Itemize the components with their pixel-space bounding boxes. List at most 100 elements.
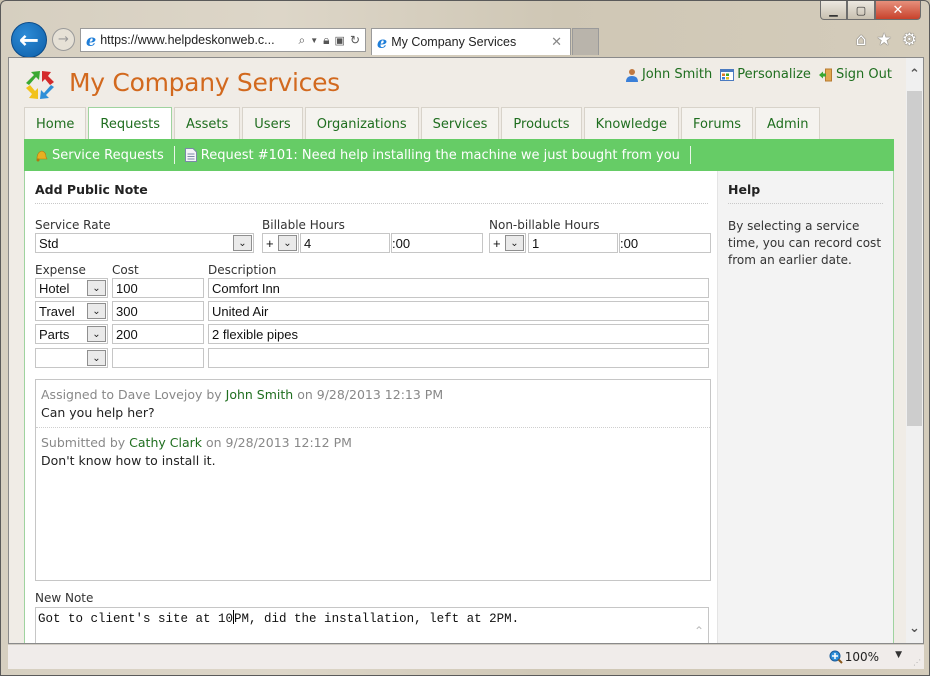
chevron-up-icon[interactable]: ⌃ [694, 624, 704, 639]
chevron-down-icon[interactable]: ⌄ [505, 235, 524, 251]
address-bar[interactable]: e https://www.helpdeskonweb.c... ⌕ ▼ 🔒︎ … [80, 28, 366, 52]
expense-cost-input[interactable]: 300 [112, 301, 204, 321]
tab-knowledge[interactable]: Knowledge [583, 107, 680, 140]
close-window-button[interactable]: ✕ [875, 1, 921, 20]
forward-button[interactable]: → [52, 28, 75, 51]
breadcrumb-request[interactable]: Request #101: Need help installing the m… [175, 148, 690, 163]
expense-description-input[interactable] [208, 348, 709, 368]
zoom-control[interactable]: 100% [829, 650, 879, 664]
search-icon[interactable]: ⌕ [298, 33, 305, 48]
site-title: My Company Services [69, 68, 340, 97]
minimize-button[interactable]: ▁ [820, 1, 847, 20]
personalize-icon [720, 68, 735, 81]
add-note-panel: Add Public Note Service Rate Std ⌄ Billa… [24, 171, 717, 643]
main-nav-tabs: Home Requests Assets Users Organizations… [24, 107, 821, 140]
history-entry: Submitted by Cathy Clark on 9/28/2013 12… [36, 428, 710, 475]
expense-description-input[interactable]: Comfort Inn [208, 278, 709, 298]
service-rate-label: Service Rate [35, 218, 111, 232]
expense-type-select[interactable]: Parts ⌄ [35, 324, 108, 344]
user-icon [625, 68, 638, 82]
back-button[interactable]: ← [11, 22, 47, 58]
breadcrumb-service-requests[interactable]: Service Requests [24, 148, 174, 163]
zoom-icon [829, 650, 843, 664]
expense-type-select[interactable]: ⌄ [35, 348, 108, 368]
tab-home[interactable]: Home [24, 107, 87, 140]
resize-grip-icon[interactable]: ⋰ [913, 658, 921, 667]
new-note-textarea[interactable]: Got to client's site at 10PM, did the in… [35, 607, 709, 643]
compat-view-icon[interactable]: ▣ [335, 34, 345, 47]
browser-tools: ⌂ ★ ⚙ [856, 30, 917, 50]
tab-admin[interactable]: Admin [755, 107, 821, 140]
sign-out-link[interactable]: Sign Out [818, 67, 892, 82]
nonbillable-hours-input[interactable]: 1 [528, 233, 618, 253]
billable-minutes-input[interactable]: :00 [391, 233, 483, 253]
expense-cost-input[interactable] [112, 348, 204, 368]
arrow-left-icon: ← [18, 26, 40, 54]
nonbillable-minutes-input[interactable]: :00 [619, 233, 711, 253]
expense-type-select[interactable]: Travel ⌄ [35, 301, 108, 321]
history-body: Don't know how to install it. [41, 453, 216, 468]
lock-icon[interactable]: 🔒︎ [323, 33, 329, 48]
document-icon [184, 148, 197, 162]
user-link[interactable]: Cathy Clark [129, 435, 202, 450]
breadcrumb-separator [689, 146, 691, 164]
service-rate-select[interactable]: Std ⌄ [35, 233, 254, 253]
zoom-dropdown-icon[interactable]: ▼ [895, 650, 902, 660]
nonbillable-sign-select[interactable]: + ⌄ [489, 233, 526, 253]
browser-navbar: ← → e https://www.helpdeskonweb.c... ⌕ ▼… [1, 21, 930, 58]
cost-header: Cost [112, 263, 139, 277]
page-scrollbar[interactable]: ⌃ ⌄ [906, 58, 923, 643]
request-history[interactable]: Assigned to Dave Lovejoy by John Smith o… [35, 379, 711, 581]
tab-forums[interactable]: Forums [681, 107, 754, 140]
tab-organizations[interactable]: Organizations [304, 107, 419, 140]
history-body: Can you help her? [41, 405, 155, 420]
user-profile-link[interactable]: John Smith [625, 67, 712, 82]
scroll-up-icon[interactable]: ⌃ [906, 58, 923, 91]
expense-type-select[interactable]: Hotel ⌄ [35, 278, 108, 298]
history-meta: Assigned to Dave Lovejoy by John Smith o… [41, 387, 444, 402]
help-panel: Help By selecting a service time, you ca… [717, 171, 894, 643]
personalize-link[interactable]: Personalize [720, 67, 811, 82]
browser-tab[interactable]: e My Company Services ✕ [371, 28, 571, 55]
chevron-down-icon[interactable]: ⌄ [87, 326, 106, 342]
billable-sign-select[interactable]: + ⌄ [262, 233, 299, 253]
bell-icon [36, 150, 48, 162]
scrollbar-thumb[interactable] [907, 91, 922, 426]
breadcrumb: Service Requests Request #101: Need help… [24, 139, 894, 171]
window-controls: ▁ ▢ ✕ [820, 1, 921, 21]
close-tab-icon[interactable]: ✕ [551, 34, 562, 50]
gear-icon[interactable]: ⚙ [902, 30, 917, 50]
expense-cost-input[interactable]: 200 [112, 324, 204, 344]
expense-cost-input[interactable]: 100 [112, 278, 204, 298]
tab-users[interactable]: Users [242, 107, 303, 140]
user-link[interactable]: John Smith [226, 387, 294, 402]
user-links: John Smith Personalize Sign Out [625, 67, 892, 82]
favorites-star-icon[interactable]: ★ [877, 30, 892, 50]
page-viewport: My Company Services John Smith Personali… [8, 57, 924, 644]
tab-title: My Company Services [391, 35, 517, 49]
expense-description-input[interactable]: 2 flexible pipes [208, 324, 709, 344]
sign-out-icon [818, 68, 832, 81]
chevron-down-icon[interactable]: ⌄ [87, 350, 106, 366]
chevron-down-icon[interactable]: ⌄ [278, 235, 297, 251]
expense-description-input[interactable]: United Air [208, 301, 709, 321]
address-url[interactable]: https://www.helpdeskonweb.c... [100, 33, 298, 47]
new-tab-button[interactable] [572, 28, 599, 55]
scroll-down-icon[interactable]: ⌄ [906, 612, 923, 643]
tab-requests[interactable]: Requests [88, 107, 172, 140]
logo-icon [26, 71, 54, 99]
refresh-icon[interactable]: ↻ [350, 33, 360, 47]
tab-products[interactable]: Products [501, 107, 582, 140]
home-icon[interactable]: ⌂ [856, 30, 867, 50]
arrow-right-icon: → [58, 32, 69, 47]
dropdown-icon[interactable]: ▼ [310, 36, 318, 45]
description-header: Description [208, 263, 277, 277]
billable-hours-label: Billable Hours [262, 218, 345, 232]
maximize-button[interactable]: ▢ [847, 1, 875, 20]
tab-services[interactable]: Services [420, 107, 500, 140]
billable-hours-input[interactable]: 4 [300, 233, 390, 253]
tab-assets[interactable]: Assets [173, 107, 241, 140]
chevron-down-icon[interactable]: ⌄ [233, 235, 252, 251]
chevron-down-icon[interactable]: ⌄ [87, 280, 106, 296]
chevron-down-icon[interactable]: ⌄ [87, 303, 106, 319]
